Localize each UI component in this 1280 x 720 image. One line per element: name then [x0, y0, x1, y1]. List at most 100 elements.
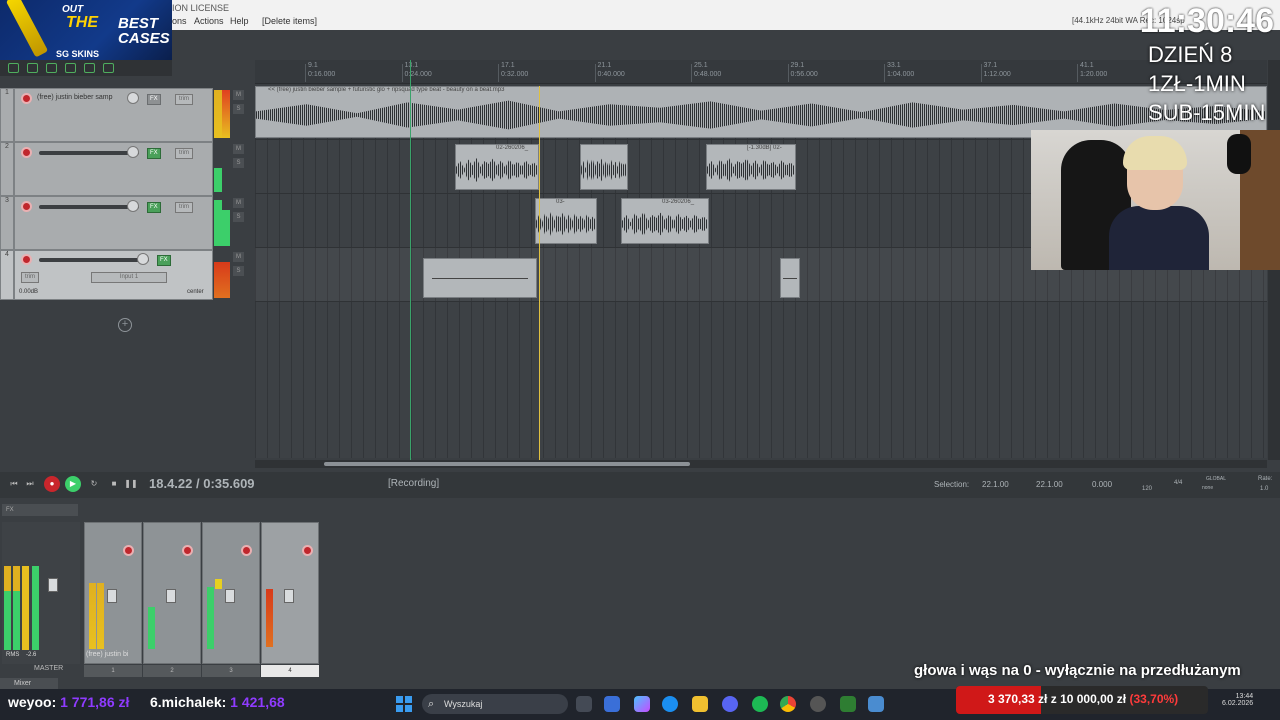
task-view-icon[interactable]	[576, 696, 592, 712]
menu-options[interactable]: ons	[172, 16, 187, 26]
system-clock[interactable]: 13:44 6.02.2026	[1222, 693, 1253, 707]
app-icon[interactable]	[840, 696, 856, 712]
fx-button[interactable]: FX	[147, 148, 161, 159]
track-4-header[interactable]: FX trim Input 1 0.00dB center	[14, 250, 213, 300]
solo-button[interactable]: S	[233, 266, 244, 276]
mute-button[interactable]: M	[233, 198, 244, 208]
media-item-recording[interactable]	[423, 258, 537, 298]
solo-button[interactable]: S	[233, 158, 244, 168]
mixer-strip-1[interactable]	[84, 522, 142, 664]
loop-icon[interactable]	[103, 63, 114, 73]
trim-button[interactable]: trim	[175, 202, 193, 213]
strip-fader[interactable]	[166, 589, 176, 603]
volume-slider[interactable]	[39, 151, 139, 155]
media-item[interactable]	[780, 258, 800, 298]
snap-icon[interactable]	[46, 63, 57, 73]
ripple-icon[interactable]	[8, 63, 19, 73]
edit-cursor[interactable]	[410, 60, 411, 460]
stop-icon[interactable]: ■	[106, 476, 122, 492]
volume-knob[interactable]	[127, 200, 139, 212]
envelope-icon[interactable]	[84, 63, 95, 73]
mixer-strip-4[interactable]	[261, 522, 319, 664]
time-display[interactable]: 18.4.22 / 0:35.609	[149, 476, 255, 491]
copilot-icon[interactable]	[634, 696, 650, 712]
media-item[interactable]: 02-260206_	[455, 144, 539, 190]
pause-icon[interactable]: ❚❚	[123, 476, 139, 492]
mute-button[interactable]: M	[233, 144, 244, 154]
strip-fader[interactable]	[107, 589, 117, 603]
explorer-icon[interactable]	[692, 696, 708, 712]
trim-button[interactable]: trim	[175, 94, 193, 105]
strip-fader[interactable]	[225, 589, 235, 603]
track-1-header[interactable]: (free) justin bieber samp FX trim	[14, 88, 213, 142]
track-2-header[interactable]: FX trim	[14, 142, 213, 196]
volume-knob[interactable]	[127, 146, 139, 158]
skip-start-icon[interactable]: ⏮	[6, 476, 22, 492]
volume-slider[interactable]	[39, 258, 149, 262]
volume-knob[interactable]	[127, 92, 139, 104]
mixer-strip-2[interactable]	[143, 522, 201, 664]
input-select[interactable]: Input 1	[91, 272, 167, 283]
volume-knob[interactable]	[137, 253, 149, 265]
selection-length[interactable]: 0.000	[1092, 480, 1112, 489]
spotify-icon[interactable]	[752, 696, 768, 712]
master-fader[interactable]	[48, 578, 58, 592]
record-arm-button[interactable]	[241, 545, 252, 556]
discord-icon[interactable]	[722, 696, 738, 712]
record-arm-button[interactable]	[123, 545, 134, 556]
strip-1-name[interactable]: (free) justin bi	[86, 651, 128, 658]
trim-button[interactable]: trim	[21, 272, 39, 283]
track-4-meter	[222, 262, 230, 298]
notepad-icon[interactable]	[868, 696, 884, 712]
none-label[interactable]: none	[1202, 485, 1213, 491]
record-arm-button[interactable]	[302, 545, 313, 556]
menu-delete-items[interactable]: [Delete items]	[262, 16, 317, 26]
media-item[interactable]: 03-	[535, 198, 597, 244]
master-fx[interactable]: FX	[2, 504, 78, 516]
rate-value[interactable]: 1.0	[1260, 486, 1268, 492]
windows-start-icon[interactable]	[396, 696, 412, 712]
fx-button[interactable]: FX	[147, 94, 161, 105]
track-name[interactable]: (free) justin bieber samp	[37, 94, 112, 101]
media-item[interactable]: [-1.30dB] 02-	[706, 144, 796, 190]
record-arm-button[interactable]	[21, 147, 32, 158]
record-icon[interactable]: ●	[44, 476, 60, 492]
record-arm-button[interactable]	[21, 201, 32, 212]
menu-actions[interactable]: Actions	[194, 16, 224, 26]
skip-end-icon[interactable]: ⏭	[22, 476, 38, 492]
mixer-strip-3[interactable]	[202, 522, 260, 664]
trim-button[interactable]: trim	[175, 148, 193, 159]
add-track-icon[interactable]: +	[118, 318, 132, 332]
record-arm-button[interactable]	[21, 254, 32, 265]
chrome-icon[interactable]	[780, 696, 796, 712]
media-item[interactable]: 03-260206_	[621, 198, 709, 244]
lock-icon[interactable]	[65, 63, 76, 73]
timeline-ruler[interactable]: 9.1 0:16.000 13.1 0:24.000 17.1 0:32.000 21.1 0…	[255, 60, 1267, 84]
mixer-tab[interactable]: Mixer	[0, 678, 58, 689]
grid-icon[interactable]	[27, 63, 38, 73]
solo-button[interactable]: S	[233, 104, 244, 114]
record-arm-button[interactable]	[182, 545, 193, 556]
volume-slider[interactable]	[39, 205, 139, 209]
time-signature[interactable]: 4/4	[1174, 480, 1182, 486]
record-arm-button[interactable]	[21, 93, 32, 104]
fx-button[interactable]: FX	[157, 255, 171, 266]
horizontal-scrollbar-thumb[interactable]	[324, 462, 690, 466]
track-3-header[interactable]: FX trim	[14, 196, 213, 250]
taskbar-search-input[interactable]: ⌕ Wyszukaj	[422, 694, 568, 714]
repeat-icon[interactable]: ↻	[86, 476, 102, 492]
media-item[interactable]	[580, 144, 628, 190]
menu-help[interactable]: Help	[230, 16, 249, 26]
strip-fader[interactable]	[284, 589, 294, 603]
edge-icon[interactable]	[662, 696, 678, 712]
mute-button[interactable]: M	[233, 90, 244, 100]
play-icon[interactable]: ▶	[65, 476, 81, 492]
solo-button[interactable]: S	[233, 212, 244, 222]
fx-button[interactable]: FX	[147, 202, 161, 213]
bpm-display[interactable]: 120	[1142, 486, 1152, 492]
obs-icon[interactable]	[810, 696, 826, 712]
mute-button[interactable]: M	[233, 252, 244, 262]
selection-end[interactable]: 22.1.00	[1036, 480, 1063, 489]
selection-start[interactable]: 22.1.00	[982, 480, 1009, 489]
store-icon[interactable]	[604, 696, 620, 712]
